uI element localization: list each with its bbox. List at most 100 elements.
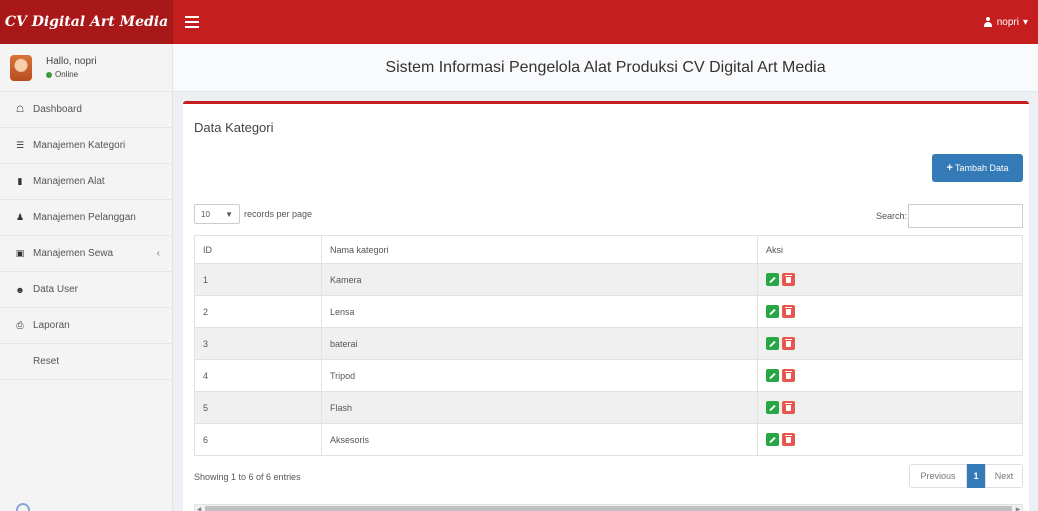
table-info: Showing 1 to 6 of 6 entries	[194, 472, 301, 482]
cell-id: 6	[194, 423, 322, 456]
book-icon: ▮	[17, 176, 23, 186]
delete-button[interactable]	[782, 433, 795, 446]
records-per-page-label: records per page	[244, 209, 313, 219]
print-icon: ⎙	[16, 320, 24, 330]
delete-button[interactable]	[782, 273, 795, 286]
cell-nama-kategori: Aksesoris	[321, 423, 758, 456]
sidebar-item-laporan[interactable]: ⎙ Laporan	[0, 308, 172, 344]
menu-toggle-icon[interactable]	[185, 16, 199, 28]
search-input[interactable]	[908, 204, 1023, 228]
cell-aksi	[757, 327, 1023, 360]
delete-button[interactable]	[782, 401, 795, 414]
cell-nama-kategori: Tripod	[321, 359, 758, 392]
edit-button[interactable]	[766, 337, 779, 350]
kategori-table: ID Nama kategori Aksi 1 Kamera 2 Lensa 3 bate…	[194, 235, 1023, 456]
sidebar: Hallo, nopri Online ☖ Dashboard ☰ Manaje…	[0, 44, 173, 511]
sidebar-item-reset[interactable]: Reset	[0, 344, 172, 380]
sidebar-item-manajemen-sewa[interactable]: ▣ Manajemen Sewa ‹	[0, 236, 172, 272]
caret-down-icon: ▾	[1022, 16, 1028, 28]
sidebar-item-label: Dashboard	[33, 104, 82, 115]
trash-icon	[785, 434, 792, 443]
column-header-aksi[interactable]: Aksi	[757, 235, 1023, 264]
pencil-icon	[769, 340, 776, 347]
sidebar-item-manajemen-pelanggan[interactable]: ♟ Manajemen Pelanggan	[0, 200, 172, 236]
table-row: 5 Flash	[194, 391, 1023, 424]
status-dot-icon	[46, 71, 52, 78]
edit-button[interactable]	[766, 433, 779, 446]
cell-aksi	[757, 391, 1023, 424]
page-1-button[interactable]: 1	[967, 464, 985, 488]
add-data-button[interactable]: + Tambah Data	[932, 154, 1023, 182]
records-per-page-value: 10	[201, 209, 210, 219]
pencil-icon	[769, 404, 776, 411]
cart-icon: ▣	[15, 248, 25, 258]
page-title: Sistem Informasi Pengelola Alat Produksi…	[385, 58, 826, 76]
search-label: Search:	[875, 211, 907, 221]
sidebar-item-label: Reset	[33, 356, 60, 367]
records-per-page-select[interactable]: 10 ▼	[194, 204, 240, 224]
cell-id: 3	[194, 327, 322, 360]
delete-button[interactable]	[782, 369, 795, 382]
table-row: 3 baterai	[194, 327, 1023, 360]
users-icon: ♟	[15, 212, 25, 222]
edit-button[interactable]	[766, 273, 779, 286]
cell-id: 4	[194, 359, 322, 392]
online-status: Online	[46, 70, 97, 79]
trash-icon	[785, 402, 792, 411]
pagination: Previous 1 Next	[909, 464, 1023, 488]
sidebar-item-data-user[interactable]: ☻ Data User	[0, 272, 172, 308]
top-header: CV Digital Art Media nopri ▾	[0, 0, 1038, 44]
sidebar-item-label: Data User	[33, 284, 79, 295]
cell-nama-kategori: Flash	[321, 391, 758, 424]
cell-aksi	[757, 263, 1023, 296]
cell-id: 5	[194, 391, 322, 424]
search-row: Search:	[876, 204, 1023, 228]
chevron-left-icon: ‹	[156, 248, 160, 259]
sidebar-item-label: Manajemen Kategori	[33, 140, 126, 151]
circle-icon	[16, 503, 30, 511]
user-greeting: Hallo, nopri	[46, 56, 97, 67]
delete-button[interactable]	[782, 305, 795, 318]
sidebar-item-manajemen-kategori[interactable]: ☰ Manajemen Kategori	[0, 128, 172, 164]
cell-aksi	[757, 295, 1023, 328]
pencil-icon	[769, 372, 776, 379]
cell-nama-kategori: Kamera	[321, 263, 758, 296]
sidebar-item-label: Laporan	[33, 320, 70, 331]
table-row: 6 Aksesoris	[194, 423, 1023, 456]
trash-icon	[785, 274, 792, 283]
delete-button[interactable]	[782, 337, 795, 350]
cell-id: 2	[194, 295, 322, 328]
next-page-button[interactable]: Next	[985, 464, 1023, 488]
user-icon	[983, 17, 993, 27]
navbar: nopri ▾	[173, 0, 1038, 44]
online-status-label: Online	[55, 70, 79, 79]
data-kategori-box: Data Kategori + Tambah Data 10 ▼ records…	[183, 101, 1029, 511]
column-header-nama-kategori[interactable]: Nama kategori	[321, 235, 758, 264]
table-row: 1 Kamera	[194, 263, 1023, 296]
brand-logo[interactable]: CV Digital Art Media	[0, 0, 173, 44]
cell-aksi	[757, 359, 1023, 392]
horizontal-scrollbar[interactable]: ◀ ▶	[194, 504, 1023, 511]
trash-icon	[785, 338, 792, 347]
edit-button[interactable]	[766, 369, 779, 382]
scroll-left-icon[interactable]: ◀	[195, 505, 203, 511]
user-menu[interactable]: nopri ▾	[983, 17, 1028, 28]
edit-button[interactable]	[766, 401, 779, 414]
avatar	[10, 54, 32, 81]
edit-button[interactable]	[766, 305, 779, 318]
scrollbar-thumb[interactable]	[205, 506, 1012, 511]
previous-page-button[interactable]: Previous	[909, 464, 967, 488]
column-header-id[interactable]: ID	[194, 235, 322, 264]
caret-down-icon: ▼	[225, 209, 233, 219]
home-icon: ☖	[15, 104, 25, 114]
sidebar-item-manajemen-alat[interactable]: ▮ Manajemen Alat	[0, 164, 172, 200]
plus-icon: +	[946, 162, 953, 174]
add-data-label: Tambah Data	[954, 163, 1009, 173]
sidebar-item-dashboard[interactable]: ☖ Dashboard	[0, 92, 172, 128]
pencil-icon	[769, 436, 776, 443]
user-menu-name: nopri	[996, 16, 1019, 28]
scroll-right-icon[interactable]: ▶	[1014, 505, 1022, 511]
user-icon: ☻	[15, 284, 25, 295]
cell-id: 1	[194, 263, 322, 296]
sidebar-item-label: Manajemen Sewa	[33, 248, 114, 259]
